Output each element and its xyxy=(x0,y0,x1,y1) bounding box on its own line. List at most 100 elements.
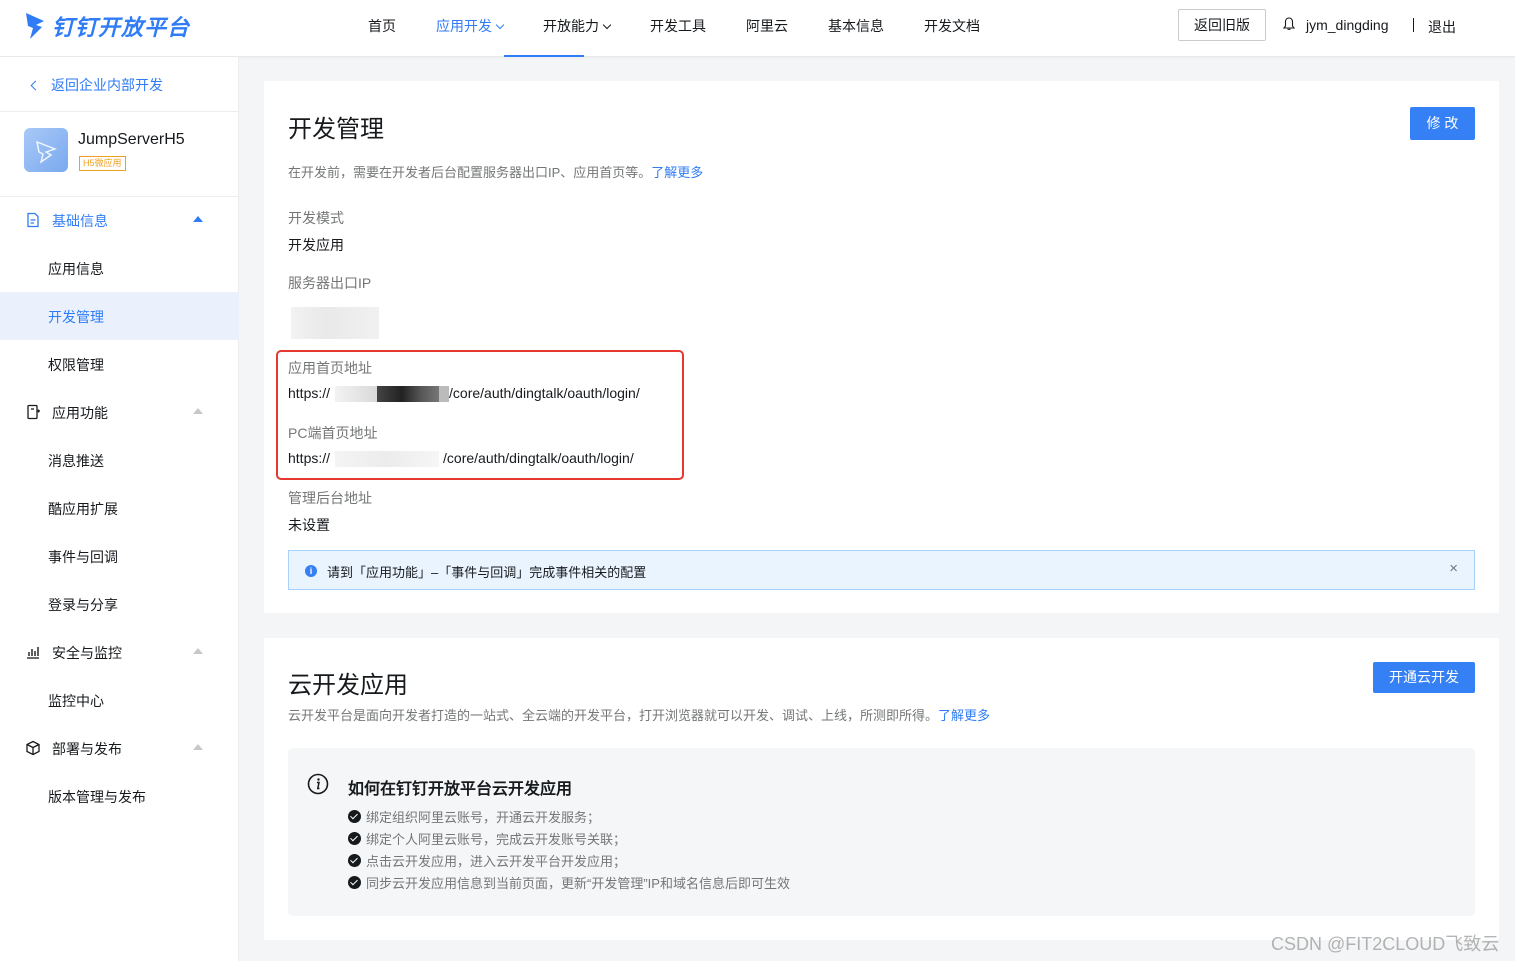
nav-item[interactable]: 开发文档 xyxy=(904,0,1000,57)
sidebar-item[interactable]: 权限管理 xyxy=(0,340,239,388)
sidebar-item-label: 事件与回调 xyxy=(48,549,118,565)
admin-url-value: 未设置 xyxy=(288,517,330,533)
bell-icon[interactable] xyxy=(1283,17,1295,31)
sidebar-item-label: 权限管理 xyxy=(48,357,104,373)
home-url-suffix: /core/auth/dingtalk/oauth/login/ xyxy=(449,385,640,401)
app-type-badge: H5微应用 xyxy=(79,156,126,171)
sidebar-group[interactable]: 安全与监控 xyxy=(0,628,239,676)
sidebar: 返回企业内部开发 JumpServerH5 H5微应用 基础信息应用信息开发管理… xyxy=(0,57,239,961)
nav-item-label: 开发工具 xyxy=(650,18,706,34)
dev-description: 在开发前，需要在开发者后台配置服务器出口IP、应用首页等。了解更多 xyxy=(288,162,703,181)
guide-step: 绑定个人阿里云账号，完成云开发账号关联； xyxy=(348,829,626,848)
app-function-icon xyxy=(27,404,40,420)
sidebar-item[interactable]: 登录与分享 xyxy=(0,580,239,628)
check-circle-icon xyxy=(348,876,361,889)
pc-url-prefix: https:// xyxy=(288,450,331,466)
nav-item-label: 开发文档 xyxy=(924,18,980,34)
document-icon xyxy=(27,212,39,228)
nav-item[interactable]: 基本信息 xyxy=(808,0,904,57)
cloud-guide-panel: 如何在钉钉开放平台云开发应用 绑定组织阿里云账号，开通云开发服务； 绑定个人阿里云… xyxy=(288,748,1475,916)
home-url-prefix: https:// xyxy=(288,385,331,401)
back-link[interactable]: 返回企业内部开发 xyxy=(28,75,163,95)
nav-item[interactable]: 开放能力 xyxy=(523,0,630,57)
sidebar-group-label: 部署与发布 xyxy=(52,741,122,757)
guide-title: 如何在钉钉开放平台云开发应用 xyxy=(348,781,573,798)
chevron-down-icon xyxy=(602,20,612,30)
pc-url-label: PC端首页地址 xyxy=(288,425,378,441)
pc-url-suffix: /core/auth/dingtalk/oauth/login/ xyxy=(443,450,634,466)
caret-up-icon xyxy=(193,408,203,414)
guide-step-text: 同步云开发应用信息到当前页面，更新“开发管理”IP和域名信息后即可生效 xyxy=(366,876,790,891)
guide-step: 绑定组织阿里云账号，开通云开发服务； xyxy=(348,807,600,826)
nav-item[interactable]: 应用开发 xyxy=(416,0,584,57)
sidebar-item[interactable]: 开发管理 xyxy=(0,292,239,340)
dev-management-card: 开发管理 修 改 在开发前，需要在开发者后台配置服务器出口IP、应用首页等。了解… xyxy=(264,81,1499,613)
redacted-block xyxy=(439,386,450,403)
sidebar-item[interactable]: 监控中心 xyxy=(0,676,239,724)
nav-item-label: 开放能力 xyxy=(543,18,599,34)
chevron-down-icon xyxy=(495,20,505,30)
sidebar-group[interactable]: 应用功能 xyxy=(0,388,239,436)
cloud-description: 云开发平台是面向开发者打造的一站式、全云端的开发平台，打开浏览器就可以开发、调试… xyxy=(288,705,990,724)
learn-more-link[interactable]: 了解更多 xyxy=(651,165,703,180)
dev-mode-value: 开发应用 xyxy=(288,237,344,253)
logout-link[interactable]: 退出 xyxy=(1428,17,1456,37)
sidebar-item[interactable]: 酷应用扩展 xyxy=(0,484,239,532)
sidebar-item-label: 版本管理与发布 xyxy=(48,789,146,805)
back-to-old-version-button[interactable]: 返回旧版 xyxy=(1178,9,1266,41)
redacted-block xyxy=(377,386,440,403)
info-circle-icon xyxy=(307,773,329,795)
info-icon: i xyxy=(305,565,317,577)
sidebar-group-label: 安全与监控 xyxy=(52,645,122,661)
username[interactable]: jym_dingding xyxy=(1306,17,1389,33)
nav-item[interactable]: 阿里云 xyxy=(726,0,808,57)
sidebar-item-label: 消息推送 xyxy=(48,453,104,469)
dev-mode-label: 开发模式 xyxy=(288,210,344,226)
nav-item[interactable]: 开发工具 xyxy=(630,0,726,57)
sidebar-item[interactable]: 事件与回调 xyxy=(0,532,239,580)
admin-url-label: 管理后台地址 xyxy=(288,490,372,506)
check-circle-icon xyxy=(348,810,361,823)
sidebar-item[interactable]: 应用信息 xyxy=(0,244,239,292)
top-navbar: 钉钉开放平台 首页 应用开发 开放能力 开发工具 阿里云 基本信息 开发文档 返回旧版 jy… xyxy=(0,0,1515,57)
app-card: JumpServerH5 H5微应用 xyxy=(24,128,185,172)
sidebar-item-label: 监控中心 xyxy=(48,693,104,709)
page-title: 开发管理 xyxy=(288,116,384,143)
check-circle-icon xyxy=(348,832,361,845)
caret-up-icon xyxy=(193,648,203,654)
sidebar-group-label: 应用功能 xyxy=(52,405,108,421)
server-ip-redacted xyxy=(288,307,379,339)
guide-step: 同步云开发应用信息到当前页面，更新“开发管理”IP和域名信息后即可生效 xyxy=(348,873,790,892)
chart-icon xyxy=(27,647,39,659)
app-logo-icon xyxy=(36,140,58,164)
cloud-description-text: 云开发平台是面向开发者打造的一站式、全云端的开发平台，打开浏览器就可以开发、调试… xyxy=(288,708,939,723)
edit-button[interactable]: 修 改 xyxy=(1410,107,1475,140)
sidebar-group[interactable]: 部署与发布 xyxy=(0,724,239,772)
pc-url-value: https:// /core/auth/dingtalk/oauth/login/ xyxy=(288,450,634,468)
sidebar-item-label: 应用信息 xyxy=(48,261,104,277)
caret-up-icon xyxy=(193,216,203,222)
enable-cloud-dev-button[interactable]: 开通云开发 xyxy=(1373,662,1475,693)
watermark: CSDN @FIT2CLOUD飞致云 xyxy=(1271,934,1500,954)
alert-text: 请到「应用功能」–「事件与回调」完成事件相关的配置 xyxy=(327,565,647,580)
sidebar-item[interactable]: 消息推送 xyxy=(0,436,239,484)
redacted-block xyxy=(335,451,440,468)
dingtalk-logo[interactable]: 钉钉开放平台 xyxy=(24,10,190,42)
close-icon[interactable]: × xyxy=(1449,560,1458,577)
sidebar-group-label: 基础信息 xyxy=(52,213,108,229)
nav-item[interactable]: 首页 xyxy=(348,0,416,57)
cloud-learn-more-link[interactable]: 了解更多 xyxy=(938,708,990,723)
sidebar-divider xyxy=(0,111,239,112)
sidebar-item[interactable]: 版本管理与发布 xyxy=(0,772,239,820)
sidebar-group[interactable]: 基础信息 xyxy=(0,196,239,244)
cloud-title: 云开发应用 xyxy=(288,672,408,699)
sidebar-item-label: 开发管理 xyxy=(48,309,104,325)
back-link-label: 返回企业内部开发 xyxy=(51,77,163,93)
nav-item-label: 应用开发 xyxy=(436,18,492,34)
info-alert: i 请到「应用功能」–「事件与回调」完成事件相关的配置 × xyxy=(288,550,1475,590)
guide-step-text: 绑定个人阿里云账号，完成云开发账号关联； xyxy=(366,832,627,847)
sidebar-item-label: 登录与分享 xyxy=(48,597,118,613)
main-nav: 首页 应用开发 开放能力 开发工具 阿里云 基本信息 开发文档 xyxy=(348,0,1000,57)
caret-up-icon xyxy=(193,744,203,750)
dev-description-text: 在开发前，需要在开发者后台配置服务器出口IP、应用首页等。 xyxy=(288,165,652,180)
